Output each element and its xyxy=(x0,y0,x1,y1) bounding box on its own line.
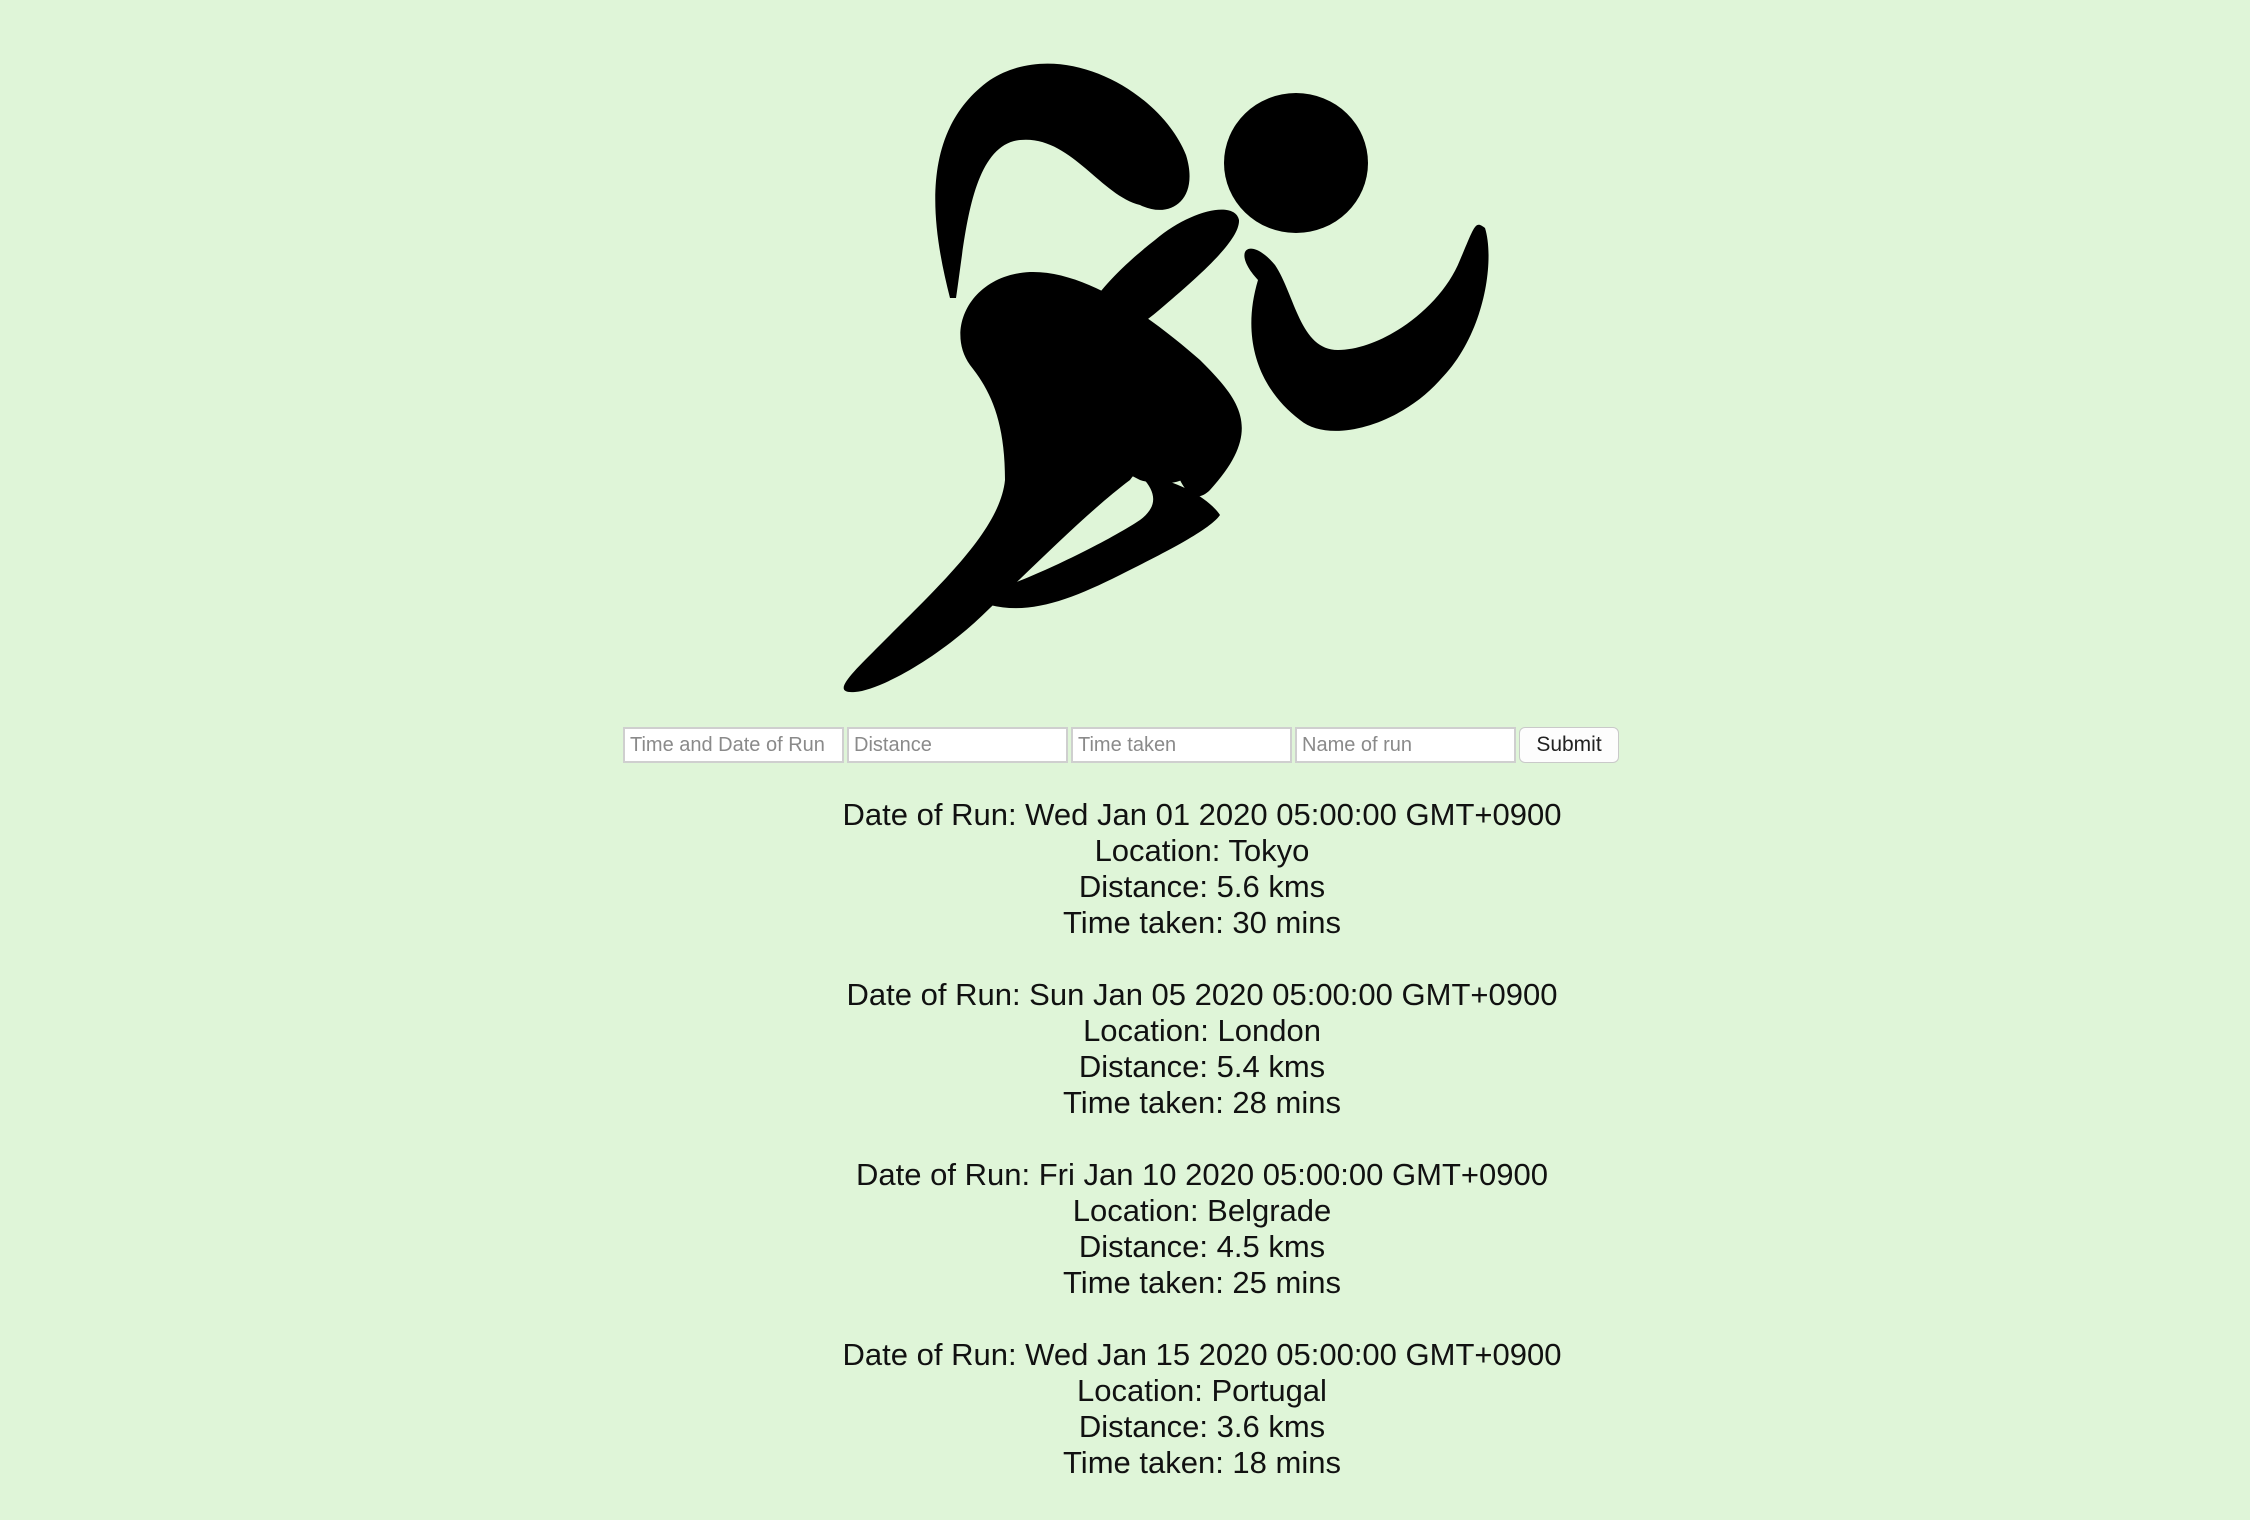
run-name-input[interactable] xyxy=(1295,727,1516,763)
run-distance: Distance: 5.6 kms xyxy=(1078,869,1326,904)
run-location: Location: London xyxy=(1083,1013,1321,1048)
run-entry: Date of Run: Fri Jan 10 2020 05:00:00 GM… xyxy=(0,1157,2250,1301)
run-location: Location: Tokyo xyxy=(1094,833,1310,868)
running-person-logo xyxy=(740,60,1510,700)
run-time-taken: Time taken: 30 mins xyxy=(1063,905,1341,940)
run-date: Date of Run: Sun Jan 05 2020 05:00:00 GM… xyxy=(846,977,1558,1012)
runs-list: Date of Run: Wed Jan 01 2020 05:00:00 GM… xyxy=(0,797,2250,1517)
run-distance: Distance: 4.5 kms xyxy=(1078,1229,1326,1264)
run-date: Date of Run: Fri Jan 10 2020 05:00:00 GM… xyxy=(856,1157,1548,1192)
run-location: Location: Portugal xyxy=(1077,1373,1327,1408)
time-taken-input[interactable] xyxy=(1071,727,1292,763)
run-time-taken: Time taken: 28 mins xyxy=(1063,1085,1341,1120)
running-person-icon xyxy=(843,63,1489,693)
run-entry: Date of Run: Wed Jan 15 2020 05:00:00 GM… xyxy=(0,1337,2250,1481)
run-distance: Distance: 5.4 kms xyxy=(1078,1049,1326,1084)
run-time-taken: Time taken: 18 mins xyxy=(1063,1445,1341,1480)
datetime-input[interactable] xyxy=(623,727,844,763)
run-distance: Distance: 3.6 kms xyxy=(1078,1409,1326,1444)
run-time-taken: Time taken: 25 mins xyxy=(1063,1265,1341,1300)
run-date: Date of Run: Wed Jan 15 2020 05:00:00 GM… xyxy=(842,1337,1562,1372)
run-entry: Date of Run: Wed Jan 01 2020 05:00:00 GM… xyxy=(0,797,2250,941)
submit-button[interactable]: Submit xyxy=(1519,727,1619,763)
run-date: Date of Run: Wed Jan 01 2020 05:00:00 GM… xyxy=(842,797,1562,832)
distance-input[interactable] xyxy=(847,727,1068,763)
add-run-form: Submit xyxy=(623,727,1619,763)
run-location: Location: Belgrade xyxy=(1072,1193,1332,1228)
run-entry: Date of Run: Sun Jan 05 2020 05:00:00 GM… xyxy=(0,977,2250,1121)
